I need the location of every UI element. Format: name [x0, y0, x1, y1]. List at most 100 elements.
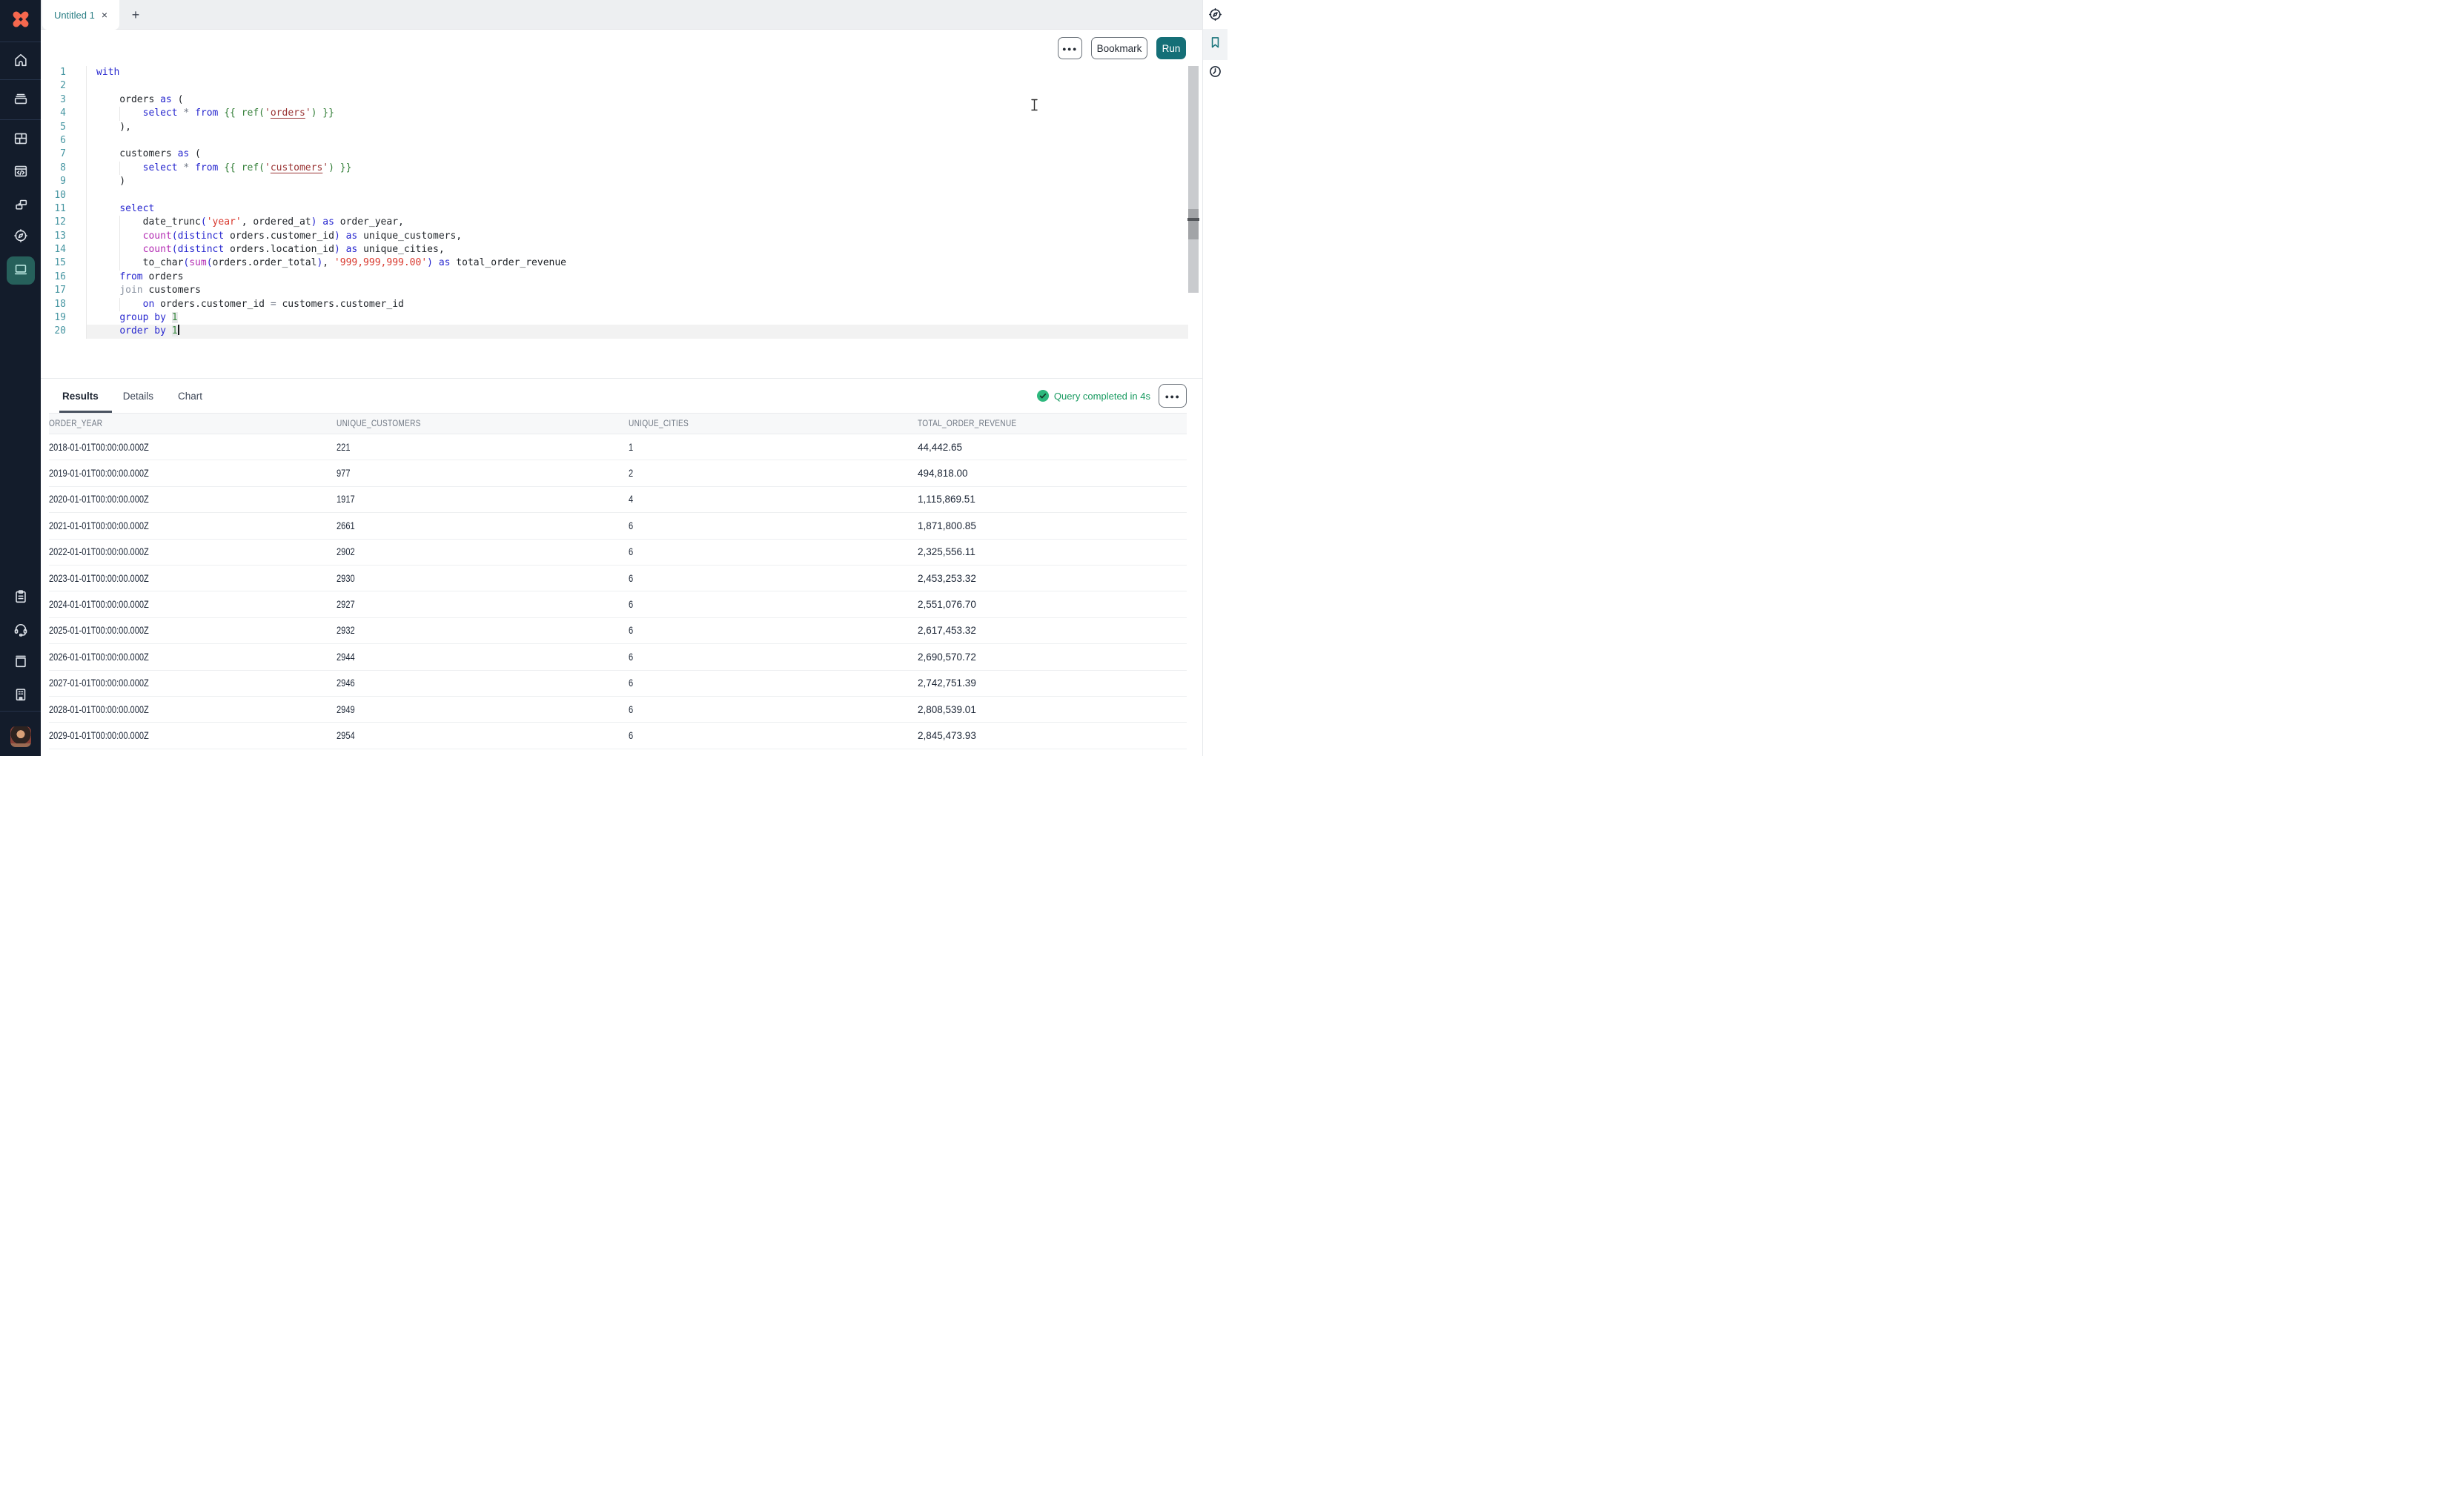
table-cell: 2: [629, 468, 634, 480]
sidebar-item-apps[interactable]: [7, 129, 35, 151]
sidebar-item-organization[interactable]: [7, 685, 35, 707]
code-line-9: 9 ): [41, 175, 1188, 189]
sidebar-item-projects[interactable]: [7, 89, 35, 111]
table-cell: 2022-01-01T00:00:00.000Z: [49, 546, 149, 558]
table-row[interactable]: 2028-01-01T00:00:00.000Z 2949 6 2,808,539.0…: [49, 697, 1187, 723]
code-text: select: [86, 202, 1188, 216]
table-cell: 2020-01-01T00:00:00.000Z: [49, 494, 149, 505]
code-text: join customers: [86, 284, 1188, 298]
table-cell: 2021-01-01T00:00:00.000Z: [49, 520, 149, 531]
code-line-6: 6: [41, 133, 1188, 148]
sidebar-item-windows[interactable]: [7, 195, 35, 217]
table-cell: 2932: [337, 625, 355, 637]
code-line-13: 13 count(distinct orders.customer_id) as…: [41, 229, 1188, 244]
table-row[interactable]: 2020-01-01T00:00:00.000Z 1917 4 1,115,869.5…: [49, 487, 1187, 514]
table-row[interactable]: 2029-01-01T00:00:00.000Z 2954 6 2,845,473.9…: [49, 723, 1187, 749]
table-cell: 1,871,800.85: [918, 520, 976, 531]
table-cell: 2930: [337, 572, 355, 584]
code-line-8: 8 select * from {{ ref('customers') }}: [41, 161, 1188, 176]
panel-item-explore[interactable]: [1206, 7, 1225, 26]
table-row[interactable]: 2023-01-01T00:00:00.000Z 2930 6 2,453,253.3…: [49, 566, 1187, 592]
plus-icon[interactable]: +: [127, 6, 145, 24]
code-line-19: 19 group by 1: [41, 311, 1188, 325]
table-cell: 2661: [337, 520, 355, 531]
table-cell: 2,551,076.70: [918, 599, 976, 611]
history-clock-icon: [1207, 64, 1223, 83]
column-header: UNIQUE_CITIES: [629, 419, 689, 428]
code-text: orders as (: [86, 93, 1188, 107]
line-number: 3: [60, 93, 66, 105]
table-cell: 2024-01-01T00:00:00.000Z: [49, 599, 149, 611]
table-cell: 494,818.00: [918, 468, 968, 480]
code-line-2: 2: [41, 79, 1188, 93]
line-number: 16: [54, 271, 66, 282]
code-line-12: 12 date_trunc('year', ordered_at) as ord…: [41, 216, 1188, 230]
hex-logo[interactable]: [10, 8, 32, 30]
table-row[interactable]: 2019-01-01T00:00:00.000Z 977 2 494,818.00: [49, 460, 1187, 487]
table-cell: 6: [629, 625, 634, 637]
table-cell: 2028-01-01T00:00:00.000Z: [49, 703, 149, 715]
code-line-16: 16 from orders: [41, 270, 1188, 285]
table-row[interactable]: 2026-01-01T00:00:00.000Z 2944 6 2,690,570.7…: [49, 644, 1187, 671]
code-line-15: 15 to_char(sum(orders.order_total), '999…: [41, 256, 1188, 271]
code-line-1: 1 with: [41, 66, 1188, 80]
line-number: 9: [60, 176, 66, 188]
sidebar-divider: [0, 119, 41, 120]
tab-results[interactable]: Results: [59, 379, 112, 413]
table-cell: 2944: [337, 651, 355, 663]
line-number: 20: [54, 325, 66, 337]
headset-icon: [13, 621, 29, 641]
code-text: count(distinct orders.location_id) as un…: [86, 243, 1188, 257]
code-text: [86, 133, 1188, 148]
table-row[interactable]: 2018-01-01T00:00:00.000Z 221 1 44,442.65: [49, 434, 1187, 461]
table-cell: 44,442.65: [918, 441, 963, 453]
tab-details[interactable]: Details: [123, 379, 153, 413]
table-cell: 2029-01-01T00:00:00.000Z: [49, 729, 149, 741]
more-options-button[interactable]: ●●●: [1058, 37, 1082, 59]
user-avatar[interactable]: [10, 726, 31, 747]
run-button[interactable]: Run: [1156, 37, 1186, 59]
table-cell: 6: [629, 546, 634, 558]
tab-chart[interactable]: Chart: [178, 379, 202, 413]
compass-icon: [13, 228, 29, 248]
sidebar-divider: [0, 79, 41, 80]
tab-strip: Untitled 1 × +: [41, 0, 1202, 30]
table-cell: 2927: [337, 599, 355, 611]
line-number: 8: [60, 162, 66, 173]
panel-item-bookmarks[interactable]: [1206, 35, 1225, 54]
sidebar-item-support[interactable]: [7, 620, 35, 642]
table-cell: 2954: [337, 729, 355, 741]
sidebar-item-home[interactable]: [7, 50, 35, 73]
sidebar-item-code[interactable]: [7, 162, 35, 184]
panel-resize-handle[interactable]: [1187, 218, 1199, 221]
results-more-button[interactable]: ●●●: [1159, 384, 1187, 408]
bookmark-button[interactable]: Bookmark: [1091, 37, 1147, 59]
column-header: ORDER_YEAR: [49, 419, 103, 428]
table-row[interactable]: 2024-01-01T00:00:00.000Z 2927 6 2,551,076.7…: [49, 591, 1187, 618]
table-cell: 2,325,556.11: [918, 546, 975, 558]
editor-caret: [177, 325, 179, 336]
editor-scrollbar-thumb[interactable]: [1188, 209, 1199, 239]
table-row[interactable]: 2022-01-01T00:00:00.000Z 2902 6 2,325,556.1…: [49, 540, 1187, 566]
code-line-18: 18 on orders.customer_id = customers.cus…: [41, 297, 1188, 312]
sidebar-item-docs[interactable]: [7, 651, 35, 674]
panel-item-history[interactable]: [1206, 64, 1225, 83]
editor-scrollbar[interactable]: [1187, 66, 1199, 293]
table-cell: 2023-01-01T00:00:00.000Z: [49, 572, 149, 584]
close-icon[interactable]: ×: [102, 10, 107, 20]
sidebar-item-tasks[interactable]: [7, 587, 35, 609]
table-row[interactable]: 2027-01-01T00:00:00.000Z 2946 6 2,742,751.3…: [49, 671, 1187, 697]
sidebar-divider: [0, 711, 41, 712]
table-row[interactable]: 2021-01-01T00:00:00.000Z 2661 6 1,871,800.8…: [49, 513, 1187, 540]
code-line-10: 10: [41, 188, 1188, 202]
sidebar-item-explore[interactable]: [7, 226, 35, 248]
line-number: 12: [54, 216, 66, 228]
column-header: TOTAL_ORDER_REVENUE: [918, 419, 1017, 428]
compass-icon: [1207, 7, 1223, 26]
cell-toolbar: ●●● Bookmark Run: [41, 30, 1202, 66]
tab-untitled-1[interactable]: Untitled 1 ×: [42, 0, 119, 30]
sql-editor[interactable]: 1 with 2 3 orders as (4 select * from {{ re…: [41, 66, 1202, 378]
table-row[interactable]: 2025-01-01T00:00:00.000Z 2932 6 2,617,453.3…: [49, 618, 1187, 645]
sidebar-item-terminal[interactable]: [6, 256, 35, 285]
building-icon: [13, 686, 29, 706]
